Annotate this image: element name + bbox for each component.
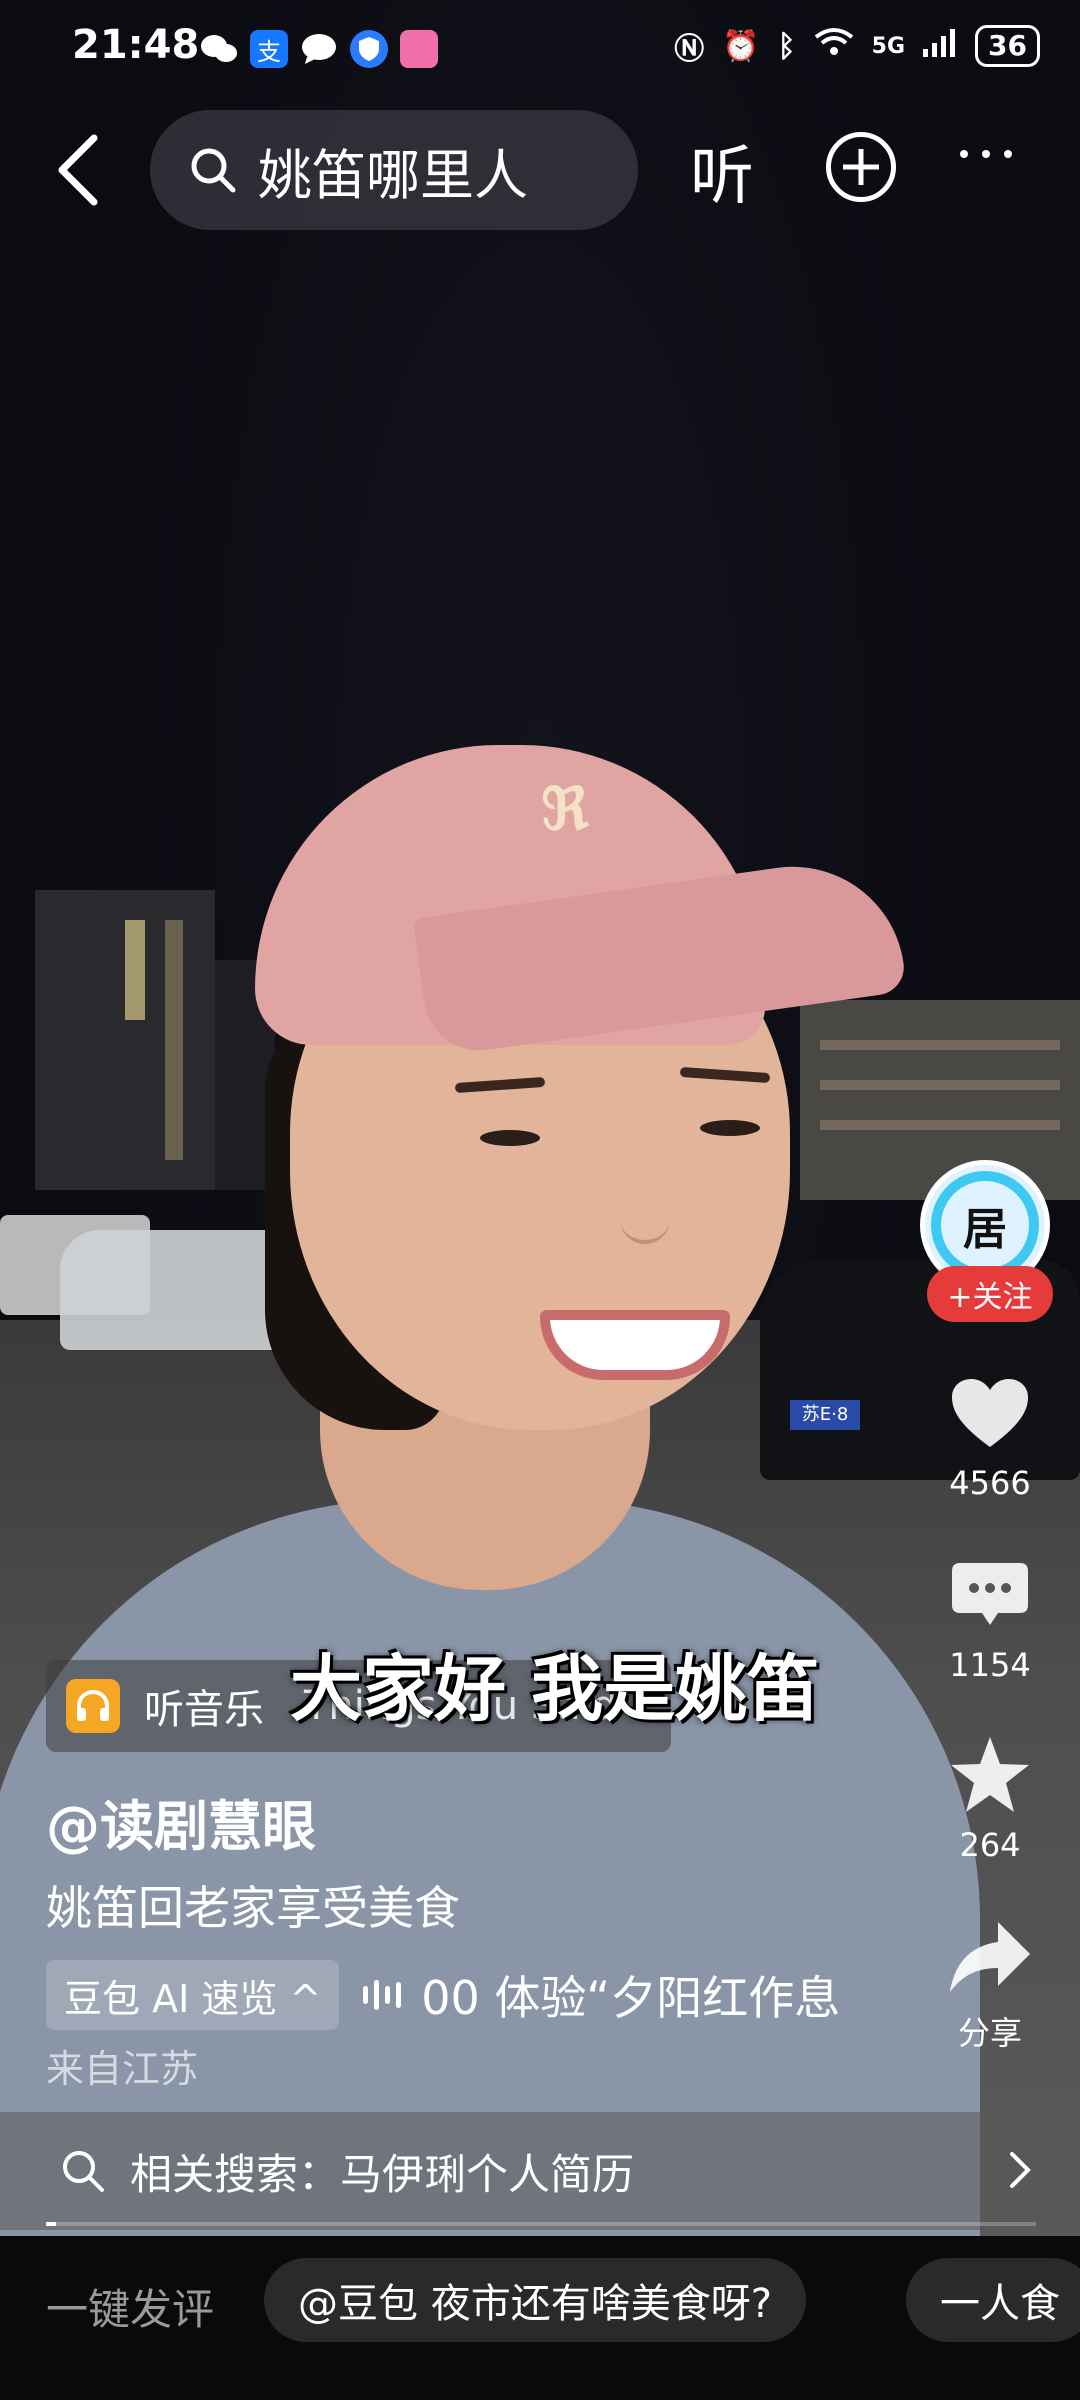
star-icon — [951, 1737, 1029, 1812]
related-search-bar[interactable]: 相关搜索： 马伊琍个人简历 — [0, 2112, 1080, 2230]
comment-icon — [952, 1563, 1028, 1625]
chevron-right-icon — [1010, 2152, 1031, 2188]
video-screen[interactable]: 苏E·8 ℜ 21:48 支 Ⓝ ⏰ ᛒ 5G 36 姚笛哪里人 听 居 +关注… — [0, 0, 1080, 2400]
security-shield-icon — [350, 30, 388, 68]
video-progress-bar[interactable] — [46, 2222, 1036, 2226]
back-button[interactable] — [50, 130, 110, 210]
like-button[interactable]: 4566 — [930, 1368, 1050, 1502]
cap-logo: ℜ — [541, 775, 589, 843]
smile — [540, 1310, 730, 1380]
nfc-icon: Ⓝ — [674, 32, 705, 67]
related-search-label: 相关搜索： — [130, 2149, 341, 2199]
video-subtitle: 大家好 我是姚笛 — [290, 1647, 820, 1731]
wechat-icon — [200, 30, 238, 68]
add-button[interactable] — [826, 132, 896, 202]
search-icon — [191, 148, 236, 193]
comment-count: 1154 — [949, 1646, 1031, 1684]
audio-wave-icon — [363, 1980, 402, 2010]
share-arrow-icon — [950, 1922, 1030, 1992]
quick-comment-button[interactable]: 一键发评 — [46, 2276, 214, 2337]
alipay-icon: 支 — [250, 30, 288, 68]
eye — [700, 1120, 760, 1136]
video-progress-fill — [46, 2222, 56, 2226]
nose — [620, 1170, 670, 1244]
background-building — [35, 890, 215, 1190]
comment-button[interactable]: 1154 — [930, 1550, 1050, 1684]
more-options-button[interactable] — [960, 150, 1012, 158]
share-label: 分享 — [957, 2014, 1022, 2052]
listen-button[interactable]: 听 — [690, 125, 754, 217]
suggested-comment-chip[interactable]: 一人食 — [906, 2258, 1080, 2342]
dot-icon — [960, 150, 968, 158]
ai-summary-row[interactable]: 豆包 AI 速览 ^ 00 体验“夕阳红作息 — [46, 1960, 861, 2030]
network-type: 5G — [871, 33, 906, 59]
chevron-left-icon — [58, 134, 98, 206]
follow-button[interactable]: +关注 — [927, 1266, 1053, 1322]
wifi-icon — [814, 27, 854, 65]
background-building — [800, 1000, 1080, 1200]
alarm-icon: ⏰ — [722, 28, 760, 64]
status-time: 21:48 — [72, 22, 200, 68]
suggested-comment-chip[interactable]: @豆包 夜市还有啥美食呀? — [264, 2258, 806, 2342]
video-caption[interactable]: 姚笛回老家享受美食 — [46, 1872, 460, 1938]
related-search-query: 马伊琍个人简历 — [340, 2149, 635, 2199]
author-name[interactable]: @读剧慧眼 — [46, 1782, 316, 1861]
dot-icon — [982, 150, 990, 158]
battery-indicator: 36 — [975, 25, 1040, 67]
search-box[interactable]: 姚笛哪里人 — [150, 110, 638, 230]
location-label: 来自江苏 — [46, 2047, 199, 2091]
music-label: 听音乐 — [144, 1687, 264, 1733]
like-count: 4566 — [949, 1464, 1031, 1502]
status-indicators: Ⓝ ⏰ ᛒ 5G 36 — [674, 24, 1040, 68]
headphones-icon — [66, 1679, 120, 1733]
bottom-comment-bar: 一键发评 @豆包 夜市还有啥美食呀? 一人食 — [0, 2236, 1080, 2400]
favorite-button[interactable]: 264 — [930, 1730, 1050, 1864]
message-icon — [300, 30, 338, 68]
signal-icon — [923, 27, 957, 65]
license-plate: 苏E·8 — [790, 1400, 860, 1430]
heart-icon — [952, 1379, 1028, 1447]
app-notification-icon — [400, 30, 438, 68]
avatar-text: 居 — [963, 1204, 1007, 1255]
bluetooth-icon: ᛒ — [777, 28, 796, 64]
favorite-count: 264 — [959, 1826, 1021, 1864]
ai-summary-text: 00 体验“夕阳红作息 — [421, 1971, 841, 2025]
search-icon — [63, 2151, 104, 2192]
ai-summary-chip[interactable]: 豆包 AI 速览 ^ — [46, 1960, 340, 2030]
dot-icon — [1004, 150, 1012, 158]
search-query: 姚笛哪里人 — [258, 143, 528, 207]
eye — [480, 1130, 540, 1146]
status-bar: 21:48 支 Ⓝ ⏰ ᛒ 5G 36 — [0, 0, 1080, 100]
share-button[interactable]: 分享 — [930, 1912, 1050, 2054]
